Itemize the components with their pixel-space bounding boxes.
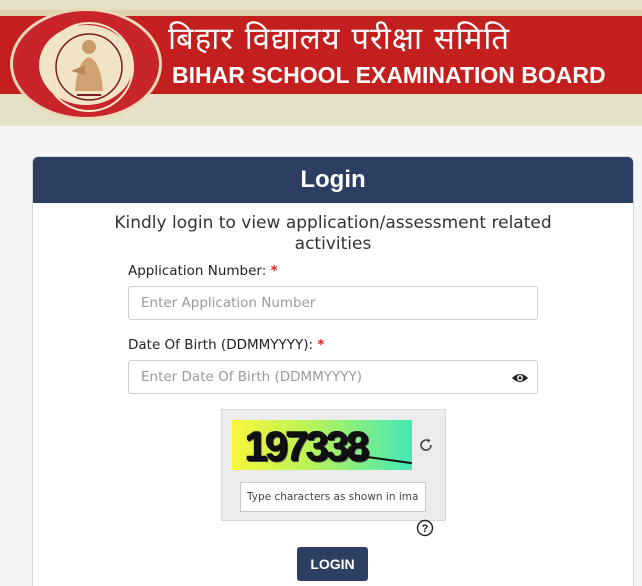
captcha-input[interactable] — [240, 482, 426, 512]
dob-label-text: Date Of Birth (DDMMYYYY): — [128, 337, 314, 353]
dob-input[interactable] — [128, 360, 538, 394]
required-marker: * — [317, 337, 325, 353]
login-subtitle: Kindly login to view application/assessm… — [114, 213, 552, 254]
bseb-emblem-icon — [10, 8, 162, 120]
refresh-icon[interactable] — [417, 436, 435, 454]
svg-text:?: ? — [422, 523, 429, 535]
login-button[interactable]: LOGIN — [297, 547, 368, 581]
board-title-english: BIHAR SCHOOL EXAMINATION BOARD — [172, 62, 606, 88]
login-card: Login Kindly login to view application/a… — [32, 156, 634, 586]
eye-icon[interactable] — [511, 371, 529, 385]
help-icon[interactable]: ? — [416, 519, 434, 537]
dob-label: Date Of Birth (DDMMYYYY): * — [128, 337, 324, 353]
captcha-image: 197338 — [232, 420, 412, 470]
captcha-code: 197338 — [244, 422, 369, 469]
header-banner: बिहार विद्यालय परीक्षा समिति BIHAR SCHOO… — [0, 0, 642, 126]
captcha-panel: 197338 — [221, 409, 446, 521]
application-number-label: Application Number: * — [128, 263, 278, 279]
login-heading: Login — [33, 157, 633, 203]
application-number-label-text: Application Number: — [128, 263, 267, 279]
board-title-hindi: बिहार विद्यालय परीक्षा समिति — [168, 21, 511, 57]
required-marker: * — [270, 263, 278, 279]
application-number-input[interactable] — [128, 286, 538, 320]
